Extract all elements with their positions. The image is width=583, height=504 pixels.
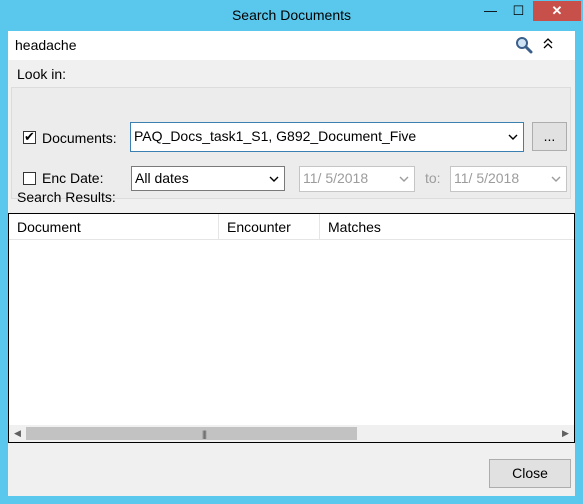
search-query-text[interactable]: headache (15, 37, 77, 53)
search-input[interactable]: headache (8, 31, 575, 60)
enc-date-label: Enc Date: (42, 170, 104, 186)
dialog-body: headache Look in: ✔ Documents: PAQ_Docs_… (8, 31, 575, 496)
scroll-left-icon[interactable]: ◀ (9, 425, 26, 442)
documents-select[interactable]: PAQ_Docs_task1_S1, G892_Document_Five (130, 122, 524, 152)
date-range-select[interactable]: All dates (131, 166, 285, 191)
column-header-matches[interactable]: Matches (320, 214, 574, 240)
to-date-picker[interactable]: 11/ 5/2018 (450, 166, 567, 192)
title-bar[interactable]: Search Documents — ☐ ✕ (0, 0, 583, 31)
scroll-right-icon[interactable]: ▶ (557, 425, 574, 442)
search-results-list[interactable]: Document Encounter Matches ◀ ||| ▶ (8, 213, 575, 443)
chevron-down-icon (269, 176, 279, 182)
date-range-value: All dates (135, 170, 189, 186)
search-documents-window: Search Documents — ☐ ✕ headache Look in:… (0, 0, 583, 504)
chevron-double-up-icon[interactable] (541, 35, 555, 53)
browse-documents-button[interactable]: ... (532, 122, 567, 151)
search-results-label: Search Results: (17, 189, 116, 205)
enc-date-checkbox[interactable] (23, 172, 36, 185)
documents-select-value: PAQ_Docs_task1_S1, G892_Document_Five (134, 128, 417, 144)
close-button[interactable]: Close (489, 459, 571, 488)
chevron-down-icon (508, 134, 518, 140)
column-header-label: Document (17, 219, 81, 235)
from-date-picker[interactable]: 11/ 5/2018 (299, 166, 415, 192)
from-date-value: 11/ 5/2018 (303, 170, 369, 186)
grip-icon: ||| (202, 429, 207, 439)
column-header-label: Matches (328, 219, 381, 235)
to-label: to: (425, 170, 441, 186)
documents-label: Documents: (42, 130, 117, 146)
window-close-button[interactable]: ✕ (533, 1, 581, 21)
documents-checkbox[interactable]: ✔ (23, 129, 36, 144)
maximize-button[interactable]: ☐ (505, 1, 532, 21)
chevron-down-icon (399, 176, 409, 182)
look-in-label: Look in: (17, 66, 67, 82)
horizontal-scrollbar[interactable]: ◀ ||| ▶ (9, 425, 574, 442)
to-date-value: 11/ 5/2018 (454, 170, 520, 186)
scrollbar-thumb[interactable]: ||| (26, 427, 357, 440)
column-header-encounter[interactable]: Encounter (219, 214, 320, 240)
column-header-document[interactable]: Document (9, 214, 219, 240)
column-header-label: Encounter (227, 219, 291, 235)
look-in-group: ✔ Documents: PAQ_Docs_task1_S1, G892_Doc… (11, 87, 571, 199)
checkmark-icon: ✔ (24, 129, 35, 144)
chevron-down-icon (551, 176, 561, 182)
search-icon[interactable] (515, 36, 533, 54)
minimize-button[interactable]: — (477, 1, 504, 21)
